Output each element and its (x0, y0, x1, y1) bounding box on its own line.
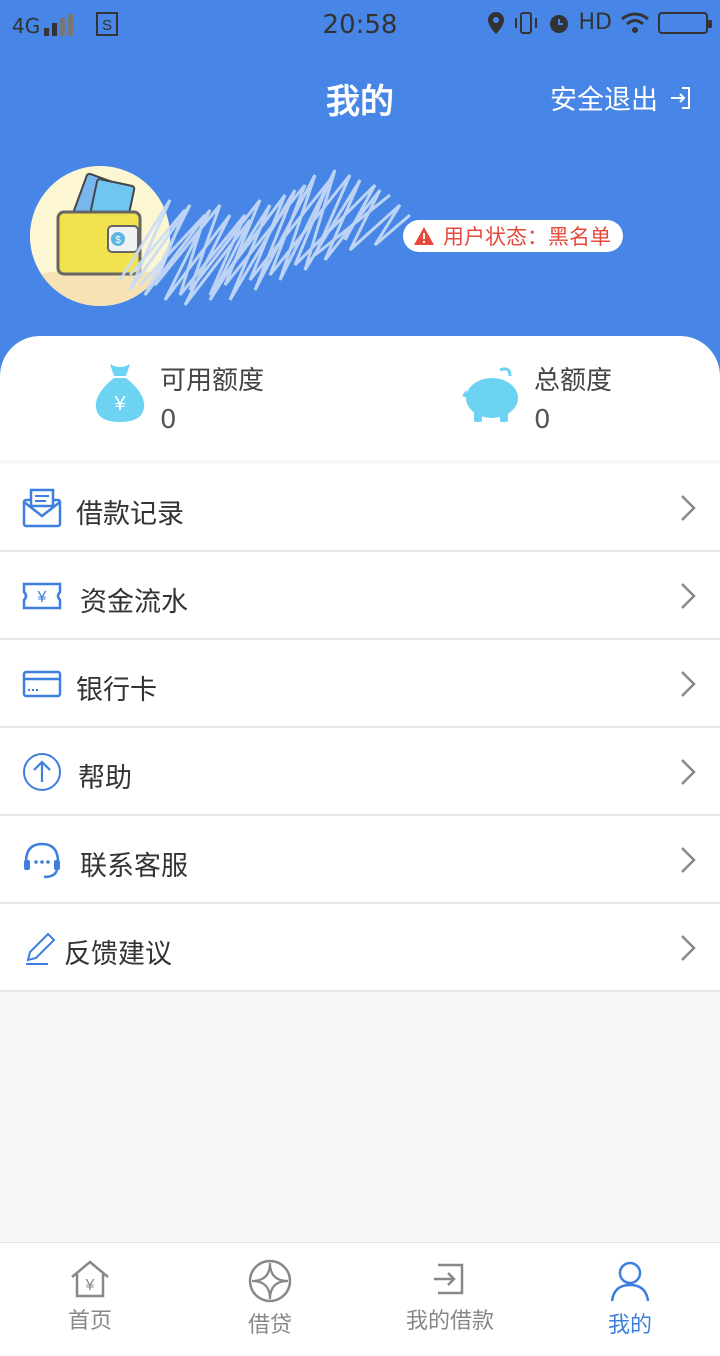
bank-card-icon (22, 670, 62, 698)
redaction-scribble (110, 160, 420, 314)
menu-item-label: 联系客服 (80, 851, 188, 882)
menu-item-label: 银行卡 (76, 675, 157, 706)
wifi-icon (621, 12, 649, 33)
available-credit-value: 0 (160, 405, 177, 435)
svg-text:¥: ¥ (85, 1277, 95, 1294)
menu-list: 借款记录 ¥ 资金流水 银行卡 帮助 联系客服 反馈建议 (0, 464, 720, 992)
money-bag-icon: ¥ (95, 364, 145, 422)
available-credit-label: 可用额度 (160, 366, 265, 396)
total-credit-value: 0 (534, 405, 551, 435)
bottom-nav: ¥ 首页 借贷 我的借款 我的 (0, 1242, 720, 1356)
total-credit-label: 总额度 (534, 366, 613, 396)
menu-item-label: 借款记录 (76, 499, 184, 530)
logout-label: 安全退出 (550, 85, 658, 116)
user-status-text: 用户状态：黑名单 (443, 225, 611, 249)
nav-item-home[interactable]: ¥ 首页 (30, 1259, 150, 1335)
location-icon (487, 11, 504, 34)
menu-item-feedback[interactable]: 反馈建议 (0, 904, 720, 992)
my-loan-icon (434, 1263, 464, 1295)
chevron-right-icon (681, 583, 696, 609)
battery-icon (658, 11, 712, 34)
nav-label: 借贷 (247, 1313, 292, 1338)
nav-label: 我的 (607, 1313, 652, 1338)
loan-circle-icon (248, 1259, 292, 1303)
nav-label: 首页 (67, 1309, 112, 1334)
nav-item-mine[interactable]: 我的 (570, 1259, 690, 1339)
menu-item-label: 资金流水 (80, 587, 188, 618)
status-bar: 4G S 20:58 HD (0, 0, 720, 52)
pencil-icon (26, 932, 56, 965)
chevron-right-icon (681, 935, 696, 961)
user-icon (610, 1261, 650, 1302)
menu-item-customer-service[interactable]: 联系客服 (0, 816, 720, 904)
status-icons: HD (487, 10, 712, 35)
chevron-right-icon (681, 759, 696, 785)
vibrate-icon (514, 11, 537, 34)
total-credit[interactable]: 总额度 0 (462, 360, 612, 435)
alarm-icon (549, 14, 568, 33)
menu-item-fund-flow[interactable]: ¥ 资金流水 (0, 552, 720, 640)
headset-icon (24, 842, 60, 879)
menu-item-loan-records[interactable]: 借款记录 (0, 464, 720, 552)
credit-summary: ¥ 可用额度 0 总额度 0 (0, 336, 720, 460)
nav-item-loan[interactable]: 借贷 (210, 1259, 330, 1339)
hd-indicator: HD (578, 10, 612, 35)
user-status-badge: 用户状态：黑名单 (403, 220, 623, 252)
menu-item-help[interactable]: 帮助 (0, 728, 720, 816)
svg-text:¥: ¥ (113, 393, 126, 415)
nav-item-my-loans[interactable]: 我的借款 (390, 1259, 510, 1335)
yen-ticket-icon: ¥ (22, 582, 62, 610)
arrow-up-circle-icon (23, 753, 61, 791)
menu-item-label: 帮助 (78, 763, 132, 794)
logout-button[interactable]: 安全退出 (550, 78, 692, 117)
chevron-right-icon (681, 671, 696, 697)
menu-item-bank-card[interactable]: 银行卡 (0, 640, 720, 728)
piggy-bank-icon (462, 367, 518, 422)
chevron-right-icon (681, 847, 696, 873)
home-yen-icon: ¥ (71, 1260, 109, 1298)
chevron-right-icon (681, 495, 696, 521)
svg-text:¥: ¥ (37, 589, 47, 606)
nav-label: 我的借款 (405, 1309, 494, 1334)
warning-icon (414, 227, 434, 245)
menu-item-label: 反馈建议 (64, 939, 172, 970)
exit-icon (671, 86, 690, 109)
available-credit[interactable]: ¥ 可用额度 0 (92, 360, 264, 435)
envelope-icon (22, 488, 62, 528)
